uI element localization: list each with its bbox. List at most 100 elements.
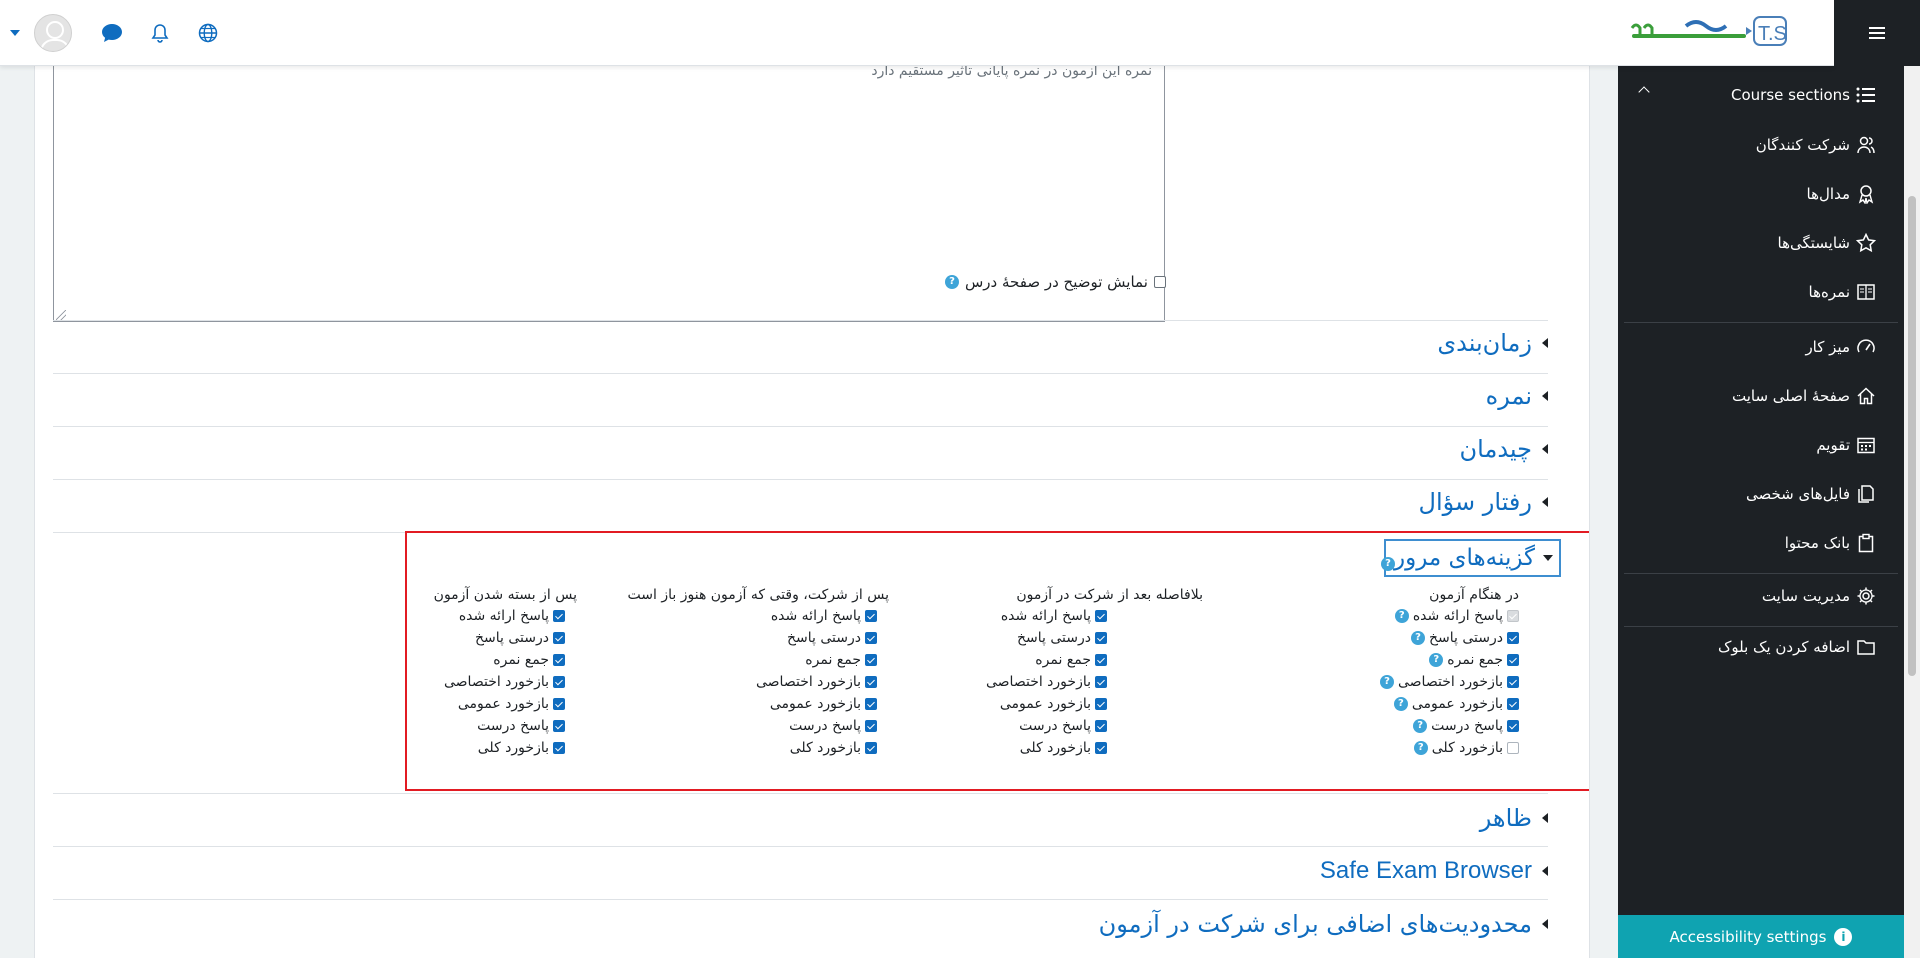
checkbox[interactable]: [865, 654, 877, 666]
checkbox[interactable]: [1507, 654, 1519, 666]
option-label: پاسخ ارائه شده: [1412, 608, 1503, 624]
section-header-grade[interactable]: نمره: [1486, 382, 1548, 410]
section-layout[interactable]: چیدمان: [53, 426, 1548, 479]
chevron-up-icon[interactable]: [1638, 86, 1650, 98]
gear-icon: [1856, 586, 1876, 606]
help-icon[interactable]: ?: [1413, 741, 1428, 755]
section-timing[interactable]: زمان‌بندی: [53, 320, 1548, 373]
collapsed-triangle-icon: [1542, 391, 1548, 401]
section-header-extra-restrictions[interactable]: محدودیت‌های اضافی برای شرکت در آزمون: [1099, 910, 1548, 938]
checkbox[interactable]: [865, 720, 877, 732]
checkbox[interactable]: [865, 742, 877, 754]
checkbox[interactable]: [1507, 720, 1519, 732]
checkbox[interactable]: [1095, 742, 1107, 754]
drawer-item-calendar[interactable]: تقویم: [1816, 430, 1876, 460]
course-sections-header[interactable]: Course sections: [1618, 80, 1904, 112]
section-title: زمان‌بندی: [1437, 329, 1532, 357]
checkbox[interactable]: [553, 610, 565, 622]
help-icon[interactable]: ?: [1429, 653, 1444, 667]
checkbox[interactable]: [1507, 676, 1519, 688]
drawer-item-participants[interactable]: شرکت کنندگان: [1756, 130, 1876, 160]
option-label: بازخورد اختصاصی: [444, 674, 549, 690]
resize-grip-icon[interactable]: [56, 310, 66, 320]
drawer-item-site-admin[interactable]: مدیریت سایت: [1762, 581, 1876, 611]
section-header-safe-exam-browser[interactable]: Safe Exam Browser: [1320, 857, 1548, 885]
checkbox[interactable]: [865, 698, 877, 710]
option-label: جمع نمره: [493, 652, 549, 668]
help-icon[interactable]: ?: [1411, 631, 1425, 645]
drawer-item-competencies[interactable]: شایستگی‌ها: [1778, 228, 1876, 258]
checkbox[interactable]: [1507, 632, 1519, 644]
checkbox[interactable]: [1095, 720, 1107, 732]
section-header-appearance[interactable]: ظاهر: [1480, 804, 1548, 832]
home-icon: [1856, 386, 1876, 406]
checkbox[interactable]: [553, 654, 565, 666]
site-logo[interactable]: T.S: [1626, 14, 1790, 50]
help-icon[interactable]: ?: [1381, 557, 1395, 571]
drawer-toggle-button[interactable]: [1834, 0, 1920, 66]
accessibility-settings-button[interactable]: Accessibility settings i: [1618, 915, 1904, 958]
help-icon[interactable]: ?: [1380, 675, 1394, 689]
section-grade[interactable]: نمره: [53, 373, 1548, 426]
clipboard-icon: [1856, 533, 1876, 553]
bell-icon[interactable]: [136, 12, 184, 54]
drawer-item-badges[interactable]: مدال‌ها: [1807, 179, 1876, 209]
drawer-divider: [1624, 573, 1898, 574]
checkbox[interactable]: [553, 742, 565, 754]
checkbox[interactable]: [553, 676, 565, 688]
checkbox[interactable]: [1095, 676, 1107, 688]
collapsed-triangle-icon: [1542, 338, 1548, 348]
checkbox[interactable]: [1095, 610, 1107, 622]
review-option: جمع نمره?: [1380, 649, 1519, 671]
drawer-item-site-home[interactable]: صفحهٔ اصلی سایت: [1732, 381, 1876, 411]
section-header-review-options[interactable]: گزینه‌های مرور: [1384, 539, 1561, 577]
help-icon[interactable]: ?: [1394, 609, 1409, 623]
checkbox[interactable]: [553, 720, 565, 732]
checkbox[interactable]: [1095, 632, 1107, 644]
accessibility-label: Accessibility settings: [1669, 927, 1827, 946]
participants-icon: [1856, 135, 1876, 155]
help-icon[interactable]: ?: [1393, 697, 1408, 711]
checkbox[interactable]: [1095, 698, 1107, 710]
drawer-item-add-block[interactable]: اضافه کردن یک بلوک: [1718, 632, 1876, 662]
drawer-item-grades[interactable]: نمره‌ها: [1809, 277, 1876, 307]
show-description-checkbox[interactable]: [1153, 276, 1166, 288]
course-sections-item[interactable]: Course sections: [1731, 80, 1876, 110]
checkbox[interactable]: [1507, 698, 1519, 710]
avatar[interactable]: [34, 14, 72, 52]
drawer-scrollbar[interactable]: [1904, 66, 1920, 958]
collapsed-triangle-icon: [1542, 444, 1548, 454]
section-extra-restrictions[interactable]: محدودیت‌های اضافی برای شرکت در آزمون: [53, 899, 1548, 958]
help-icon[interactable]: ?: [1413, 719, 1428, 733]
help-icon[interactable]: ?: [945, 275, 959, 289]
section-header-question-behaviour[interactable]: رفتار سؤال: [1419, 488, 1548, 516]
checkbox[interactable]: [865, 632, 877, 644]
drawer-item-dashboard[interactable]: میز کار: [1805, 332, 1876, 362]
option-label: بازخورد اختصاصی: [756, 674, 861, 690]
section-safe-exam-browser[interactable]: Safe Exam Browser: [53, 846, 1548, 899]
list-icon: [1856, 85, 1876, 105]
review-option: درستی پاسخ: [434, 627, 565, 649]
globe-icon[interactable]: [184, 12, 232, 54]
collapsed-triangle-icon: [1542, 497, 1548, 507]
chat-icon[interactable]: [88, 12, 136, 54]
collapsed-triangle-icon: [1542, 866, 1548, 876]
option-label: درستی پاسخ: [1429, 630, 1503, 646]
checkbox[interactable]: [1095, 654, 1107, 666]
section-header-layout[interactable]: چیدمان: [1460, 435, 1548, 463]
checkbox[interactable]: [553, 698, 565, 710]
option-label: بازخورد عمومی: [457, 696, 549, 712]
option-label: بازخورد عمومی: [1411, 696, 1503, 712]
checkbox[interactable]: [553, 632, 565, 644]
scrollbar-thumb[interactable]: [1908, 196, 1916, 676]
checkbox[interactable]: [865, 610, 877, 622]
checkbox[interactable]: [865, 676, 877, 688]
section-question-behaviour[interactable]: رفتار سؤال: [53, 479, 1548, 532]
section-header-timing[interactable]: زمان‌بندی: [1437, 329, 1548, 357]
drawer-item-content-bank[interactable]: بانک محتوا: [1785, 528, 1876, 558]
top-navbar: T.S: [0, 0, 1834, 66]
section-appearance[interactable]: ظاهر: [53, 793, 1548, 846]
option-label: درستی پاسخ: [1017, 630, 1091, 646]
user-menu-caret-icon[interactable]: [10, 30, 20, 36]
drawer-item-private-files[interactable]: فایل‌های شخصی: [1746, 479, 1876, 509]
